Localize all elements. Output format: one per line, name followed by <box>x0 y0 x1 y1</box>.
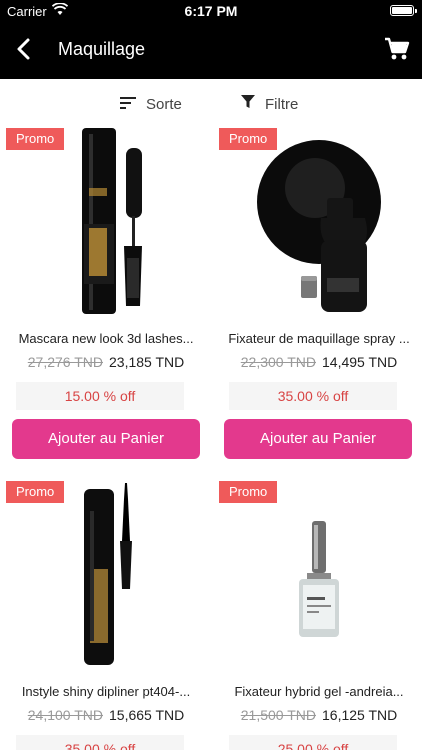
product-card[interactable]: Promo Instyle shiny dipliner pt404-... 2… <box>6 481 206 750</box>
add-to-cart-button[interactable]: Ajouter au Panier <box>12 419 200 459</box>
discount-label: 35.00 % off <box>16 735 184 750</box>
price-row: 22,300 TND 14,495 TND <box>219 354 419 370</box>
back-arrow-icon[interactable] <box>10 34 38 64</box>
product-image-mascara[interactable] <box>26 128 186 318</box>
product-image-nail-gel[interactable] <box>239 481 399 671</box>
new-price: 14,495 TND <box>322 354 398 370</box>
product-name[interactable]: Instyle shiny dipliner pt404-... <box>6 684 206 699</box>
product-card[interactable]: Promo Mascara new look 3d lashes... 27,2… <box>6 128 206 468</box>
page-title: Maquillage <box>58 39 146 59</box>
filter-label: Filtre <box>265 95 299 113</box>
old-price: 24,100 TND <box>27 707 103 723</box>
product-name[interactable]: Mascara new look 3d lashes... <box>6 331 206 346</box>
status-time: 6:17 PM <box>184 3 238 19</box>
discount-label: 25.00 % off <box>229 735 397 750</box>
filter-icon <box>241 95 255 113</box>
price-row: 24,100 TND 15,665 TND <box>6 707 206 723</box>
product-name[interactable]: Fixateur hybrid gel -andreia... <box>219 684 419 699</box>
new-price: 16,125 TND <box>322 707 398 723</box>
product-name[interactable]: Fixateur de maquillage spray ... <box>219 331 419 346</box>
app-header: Carrier 6:17 PM Maquillage <box>0 0 422 79</box>
sort-label: Sorte <box>146 95 182 113</box>
discount-label: 35.00 % off <box>229 382 397 410</box>
product-image-eyeliner[interactable] <box>26 481 186 671</box>
promo-badge: Promo <box>6 128 65 150</box>
promo-badge: Promo <box>219 128 278 150</box>
navigation-bar: Maquillage <box>0 22 422 79</box>
new-price: 23,185 TND <box>109 354 185 370</box>
add-to-cart-button[interactable]: Ajouter au Panier <box>224 419 412 459</box>
price-row: 21,500 TND 16,125 TND <box>219 707 419 723</box>
old-price: 22,300 TND <box>240 354 316 370</box>
promo-badge: Promo <box>6 481 65 503</box>
filter-button[interactable]: Filtre <box>241 94 298 114</box>
sort-button[interactable]: Sorte <box>120 94 182 114</box>
sort-icon <box>120 96 136 113</box>
old-price: 27,276 TND <box>27 354 103 370</box>
sort-filter-toolbar: Sorte Filtre <box>0 79 422 125</box>
product-card[interactable]: Promo Fixateur de maquillage spray ... 2… <box>219 128 419 468</box>
status-bar: Carrier 6:17 PM <box>0 0 422 22</box>
price-row: 27,276 TND 23,185 TND <box>6 354 206 370</box>
old-price: 21,500 TND <box>240 707 316 723</box>
promo-badge: Promo <box>219 481 278 503</box>
product-card[interactable]: Promo Fixateur hybrid gel -andreia... 21… <box>219 481 419 750</box>
new-price: 15,665 TND <box>109 707 185 723</box>
discount-label: 15.00 % off <box>16 382 184 410</box>
shopping-cart-icon[interactable] <box>384 35 410 63</box>
battery-icon <box>390 5 417 16</box>
product-image-setting-spray[interactable] <box>239 128 399 318</box>
